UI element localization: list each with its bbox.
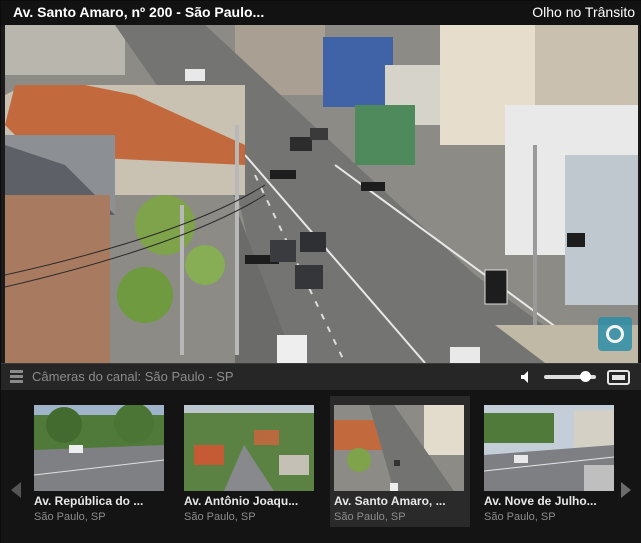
list-icon[interactable] (10, 370, 23, 384)
fullscreen-icon[interactable] (607, 370, 630, 385)
volume-slider-handle[interactable] (580, 371, 591, 382)
camera-city: São Paulo, SP (484, 511, 556, 523)
camera-city: São Paulo, SP (334, 511, 406, 523)
title-bar: Av. Santo Amaro, nº 200 - São Paulo... O… (1, 1, 641, 25)
camera-thumbnail-item[interactable]: Av. República do ... São Paulo, SP (30, 396, 170, 527)
camera-thumbnail-item[interactable]: Av. Antônio Joaqu... São Paulo, SP (180, 396, 320, 527)
camera-feed[interactable] (5, 25, 638, 363)
camera-thumbnail-image (484, 405, 614, 491)
camera-name: Av. Santo Amaro, ... (334, 494, 446, 508)
camera-thumbnail-image (184, 405, 314, 491)
camera-player: Av. Santo Amaro, nº 200 - São Paulo... O… (0, 0, 641, 543)
control-bar: Câmeras do canal: São Paulo - SP (1, 363, 641, 390)
camera-thumbnail-image (34, 405, 164, 491)
camera-thumbnail-item[interactable]: Av. Nove de Julho... São Paulo, SP (480, 396, 620, 527)
street-scene-image (5, 25, 638, 363)
camera-name: Av. Nove de Julho... (484, 494, 597, 508)
brand-name[interactable]: Olho no Trânsito (532, 4, 635, 20)
camera-city: São Paulo, SP (34, 511, 106, 523)
camera-thumbnail-image (334, 405, 464, 491)
camera-carousel: Av. República do ... São Paulo, SP Av. A… (1, 390, 641, 543)
camera-lens-icon[interactable] (598, 317, 632, 351)
camera-thumbnail-item-selected[interactable]: Av. Santo Amaro, ... São Paulo, SP (330, 396, 470, 527)
camera-name: Av. República do ... (34, 494, 144, 508)
chevron-left-icon[interactable] (11, 482, 21, 498)
chevron-right-icon[interactable] (621, 482, 631, 498)
camera-title: Av. Santo Amaro, nº 200 - São Paulo... (13, 4, 265, 20)
camera-city: São Paulo, SP (184, 511, 256, 523)
camera-name: Av. Antônio Joaqu... (184, 494, 299, 508)
channel-label: Câmeras do canal: São Paulo - SP (32, 369, 234, 384)
speaker-icon[interactable] (521, 371, 533, 383)
